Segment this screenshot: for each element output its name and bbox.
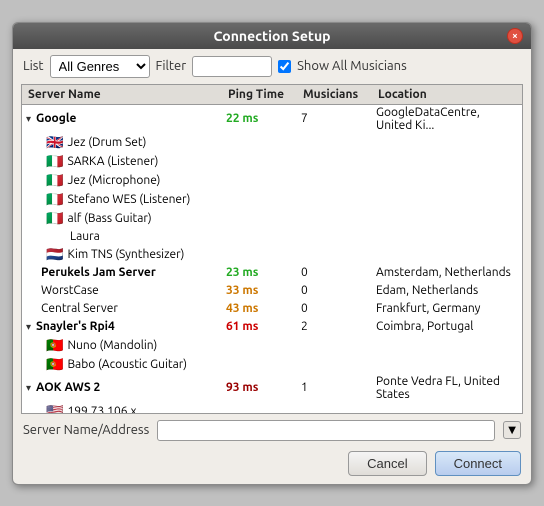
location-cell: Ponte Vedra FL, United States: [376, 375, 518, 401]
server-addr-input[interactable]: [157, 420, 495, 441]
child-row[interactable]: 🇮🇹 SARKA (Listener): [22, 152, 522, 171]
child-name: Babo (Acoustic Guitar): [67, 358, 187, 371]
connect-button[interactable]: Connect: [435, 451, 521, 476]
musicians-cell: 2: [301, 320, 376, 333]
ping-cell: 43 ms: [226, 302, 301, 315]
cancel-button[interactable]: Cancel: [348, 451, 426, 476]
flag-icon: 🇮🇹: [46, 210, 63, 227]
filter-input[interactable]: [192, 56, 272, 77]
footer-row: Server Name/Address ▼: [13, 414, 531, 447]
flag-icon: 🇮🇹: [46, 172, 63, 189]
server-name-text: Snayler's Rpi4: [36, 320, 115, 333]
col-ping: Ping Time: [226, 87, 301, 102]
title-bar: Connection Setup ×: [13, 23, 531, 49]
col-location: Location: [376, 87, 518, 102]
flag-icon: 🇮🇹: [46, 153, 63, 170]
table-row[interactable]: Central Server 43 ms0Frankfurt, Germany: [22, 300, 522, 318]
flag-icon: 🇵🇹: [46, 337, 63, 354]
table-row[interactable]: ▾ Google 22 ms7GoogleDataCentre, United Ki…: [22, 105, 522, 133]
server-name-text: Google: [36, 112, 76, 125]
expand-icon[interactable]: ▾: [26, 321, 31, 333]
flag-icon: 🇳🇱: [46, 246, 63, 263]
toolbar: List All Genres Rock Jazz Classical Pop …: [13, 49, 531, 84]
server-addr-dropdown[interactable]: ▼: [503, 421, 521, 439]
filter-label: Filter: [156, 59, 187, 73]
child-name: Nuno (Mandolin): [67, 339, 157, 352]
ping-cell: 61 ms: [226, 320, 301, 333]
ping-cell: 22 ms: [226, 112, 301, 125]
musicians-cell: 1: [301, 381, 376, 394]
table-row[interactable]: WorstCase 33 ms0Edam, Netherlands: [22, 282, 522, 300]
server-name-text: Central Server: [41, 302, 118, 315]
flag-icon: 🇮🇹: [46, 191, 63, 208]
flag-icon: 🇬🇧: [46, 134, 63, 151]
table-row[interactable]: ▾ Snayler's Rpi4 61 ms2Coimbra, Portugal: [22, 318, 522, 336]
server-name-cell: Perukels Jam Server: [26, 266, 226, 279]
location-cell: Amsterdam, Netherlands: [376, 266, 518, 279]
child-name: Laura: [70, 230, 100, 243]
location-cell: Edam, Netherlands: [376, 284, 518, 297]
flag-icon: 🇵🇹: [46, 356, 63, 373]
child-row[interactable]: 🇬🇧 Jez (Drum Set): [22, 133, 522, 152]
child-row[interactable]: 🇵🇹 Babo (Acoustic Guitar): [22, 355, 522, 374]
ping-cell: 93 ms: [226, 381, 301, 394]
child-name: Jez (Drum Set): [67, 136, 146, 149]
musicians-cell: 0: [301, 266, 376, 279]
child-row[interactable]: 🇵🇹 Nuno (Mandolin): [22, 336, 522, 355]
child-name: SARKA (Listener): [67, 155, 158, 168]
close-button[interactable]: ×: [507, 28, 523, 44]
server-table[interactable]: Server Name Ping Time Musicians Location…: [21, 84, 523, 414]
expand-icon[interactable]: ▾: [26, 382, 31, 394]
expand-icon[interactable]: ▾: [26, 113, 31, 125]
table-row[interactable]: Perukels Jam Server 23 ms0Amsterdam, Neth…: [22, 264, 522, 282]
server-name-text: AOK AWS 2: [36, 381, 100, 394]
server-name-cell: WorstCase: [26, 284, 226, 297]
musicians-cell: 0: [301, 302, 376, 315]
server-name-cell: Central Server: [26, 302, 226, 315]
location-cell: Coimbra, Portugal: [376, 320, 518, 333]
genre-select[interactable]: All Genres Rock Jazz Classical Pop: [50, 55, 150, 78]
child-row[interactable]: Laura: [22, 228, 522, 245]
connection-setup-dialog: Connection Setup × List All Genres Rock …: [12, 22, 532, 485]
show-all-checkbox[interactable]: [278, 60, 291, 73]
child-name: alf (Bass Guitar): [67, 212, 151, 225]
server-addr-label: Server Name/Address: [23, 423, 149, 437]
flag-icon: 🇺🇸: [46, 403, 63, 414]
show-all-label[interactable]: Show All Musicians: [278, 59, 407, 73]
ping-cell: 33 ms: [226, 284, 301, 297]
child-name: Jez (Microphone): [67, 174, 160, 187]
server-name-text: WorstCase: [41, 284, 99, 297]
table-row[interactable]: ▾ AOK AWS 2 93 ms1Ponte Vedra FL, United S…: [22, 374, 522, 402]
server-name-text: Perukels Jam Server: [41, 266, 156, 279]
child-name: 199.73.106.x: [67, 405, 136, 414]
server-name-cell: ▾ Google: [26, 112, 226, 125]
child-row[interactable]: 🇳🇱 Kim TNS (Synthesizer): [22, 245, 522, 264]
child-name: Kim TNS (Synthesizer): [67, 248, 184, 261]
ping-cell: 23 ms: [226, 266, 301, 279]
child-name: Stefano WES (Listener): [67, 193, 190, 206]
child-row[interactable]: 🇺🇸 199.73.106.x: [22, 402, 522, 414]
button-row: Cancel Connect: [13, 447, 531, 484]
musicians-cell: 7: [301, 112, 376, 125]
server-name-cell: ▾ AOK AWS 2: [26, 381, 226, 394]
col-musicians: Musicians: [301, 87, 376, 102]
dialog-title: Connection Setup: [213, 28, 330, 44]
server-name-cell: ▾ Snayler's Rpi4: [26, 320, 226, 333]
table-header: Server Name Ping Time Musicians Location: [22, 85, 522, 105]
musicians-cell: 0: [301, 284, 376, 297]
table-body: ▾ Google 22 ms7GoogleDataCentre, United Ki…: [22, 105, 522, 414]
list-label: List: [23, 59, 44, 73]
col-server-name: Server Name: [26, 87, 226, 102]
location-cell: Frankfurt, Germany: [376, 302, 518, 315]
location-cell: GoogleDataCentre, United Ki...: [376, 106, 518, 132]
child-row[interactable]: 🇮🇹 alf (Bass Guitar): [22, 209, 522, 228]
child-row[interactable]: 🇮🇹 Jez (Microphone): [22, 171, 522, 190]
child-row[interactable]: 🇮🇹 Stefano WES (Listener): [22, 190, 522, 209]
